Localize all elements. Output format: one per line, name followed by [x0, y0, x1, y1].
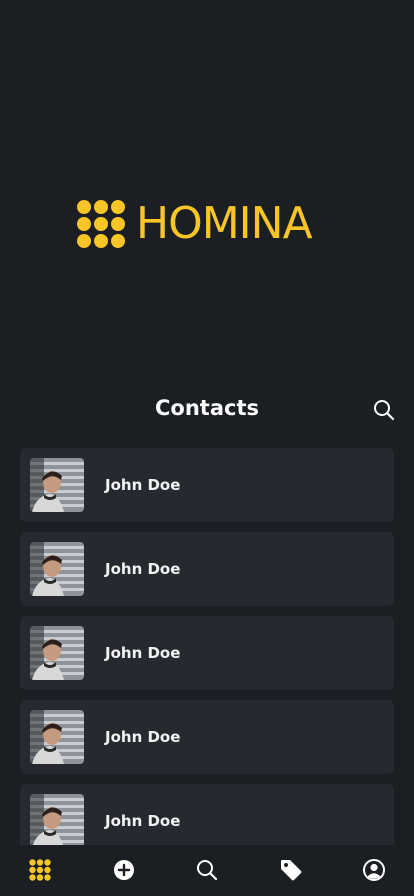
- contact-name: John Doe: [105, 728, 181, 746]
- bottom-tab-bar: [0, 845, 414, 896]
- avatar: [30, 794, 84, 845]
- contact-name: John Doe: [105, 644, 181, 662]
- avatar: [30, 710, 84, 764]
- contact-card[interactable]: John Doe: [20, 700, 394, 774]
- avatar: [30, 542, 84, 596]
- contact-name: John Doe: [105, 812, 181, 830]
- contact-name: John Doe: [105, 560, 181, 578]
- search-icon: [374, 400, 395, 421]
- page-title: Contacts: [155, 396, 259, 420]
- nine-dot-grid-logo-icon: [77, 200, 125, 248]
- avatar: [30, 458, 84, 512]
- contact-card[interactable]: John Doe: [20, 784, 394, 845]
- tab-profile[interactable]: [362, 858, 386, 882]
- search-button[interactable]: [372, 398, 396, 422]
- contacts-header: Contacts: [0, 390, 414, 430]
- contact-card[interactable]: John Doe: [20, 532, 394, 606]
- tab-search[interactable]: [195, 858, 219, 882]
- user-circle-icon: [363, 859, 385, 881]
- contact-card[interactable]: John Doe: [20, 616, 394, 690]
- contact-name: John Doe: [105, 476, 181, 494]
- tab-tags[interactable]: [279, 858, 303, 882]
- add-circle-icon: [114, 860, 134, 880]
- brand-name: HOMINA: [136, 198, 313, 249]
- nine-dot-grid-icon: [29, 859, 51, 881]
- avatar: [30, 626, 84, 680]
- tab-add[interactable]: [112, 858, 136, 882]
- contact-list: John Doe John Doe John Doe John Doe John…: [20, 448, 394, 845]
- search-icon: [197, 860, 218, 881]
- contact-card[interactable]: John Doe: [20, 448, 394, 522]
- tab-home[interactable]: [28, 858, 52, 882]
- tag-icon: [281, 860, 302, 881]
- brand-logo: HOMINA: [77, 198, 313, 249]
